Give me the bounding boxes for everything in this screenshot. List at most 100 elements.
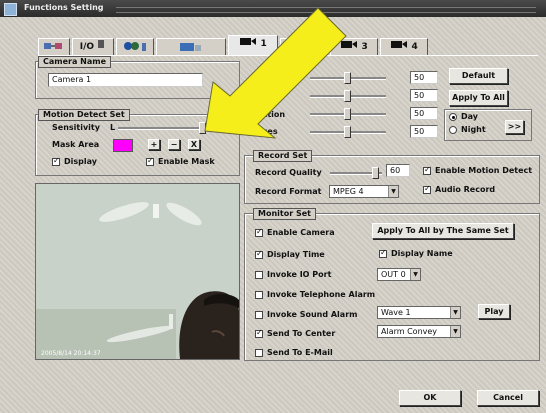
enable-motion-detect-label: Enable Motion Detect [435,166,533,175]
mask-remove-button[interactable]: − [168,139,180,150]
adjust-row-4-label: Hues [255,127,278,136]
adjust-value-1[interactable]: 50 [410,71,438,84]
tab-network[interactable] [38,38,70,56]
tab-camera-3-label: 3 [361,42,368,52]
mask-clear-button[interactable]: X [188,139,200,150]
tab-users[interactable] [116,38,154,56]
send-to-center-checkbox[interactable] [255,328,263,338]
adjust-row-3-label: ration [258,110,286,119]
network-icon [44,43,62,49]
tab-camera-1[interactable]: 1 [228,35,278,56]
sensitivity-slider-thumb[interactable] [198,122,206,134]
record-quality-label: Record Quality [255,168,322,177]
adjust-value-4[interactable]: 50 [410,125,438,138]
mask-area-label: Mask Area [52,140,100,149]
tab-io-label: I/O [79,42,95,52]
window-title: Functions Setting [24,3,104,12]
enable-mask-checkbox[interactable] [146,156,154,166]
tab-baseline [38,55,538,56]
tab-camera-2[interactable] [280,38,328,56]
tab-io[interactable]: I/O [72,38,114,56]
display-name-checkbox[interactable] [379,248,387,258]
display-mask-label: Display [64,157,97,166]
center-value: Alarm Convey [381,327,438,336]
tab-camera-3[interactable]: 3 [330,38,378,56]
apply-to-all-same-set-button[interactable]: Apply To All by The Same Set [372,223,514,239]
sound-value: Wave 1 [381,308,411,317]
record-format-label: Record Format [255,187,322,196]
sound-select[interactable]: Wave 1 ▼ [377,306,461,319]
monitor-set-group-label: Monitor Set [253,208,316,220]
enable-camera-checkbox[interactable] [255,227,263,237]
enable-mask-label: Enable Mask [158,157,215,166]
io-port-select[interactable]: OUT 0 ▼ [377,268,421,281]
adjust-slider-2-thumb[interactable] [344,90,351,102]
display-time-checkbox[interactable] [255,249,263,259]
camera-preview: 2005/8/14 20:14:37 [35,183,240,360]
app-icon [4,3,17,16]
invoke-telephone-alarm-label: Invoke Telephone Alarm [267,290,376,299]
title-bar[interactable]: Functions Setting [0,0,546,17]
io-port-value: OUT 0 [381,270,406,279]
play-button[interactable]: Play [478,304,510,319]
title-grip [116,7,536,13]
display-name-label: Display Name [391,249,453,258]
mask-add-button[interactable]: + [148,139,160,150]
enable-motion-detect-checkbox[interactable] [423,165,431,175]
send-to-email-checkbox[interactable] [255,349,263,357]
record-set-group-label: Record Set [253,150,313,162]
display-mask-checkbox[interactable] [52,156,60,166]
display-time-label: Display Time [267,250,325,259]
chevron-down-icon[interactable]: ▼ [388,186,398,197]
record-quality-slider-thumb[interactable] [372,167,379,179]
invoke-io-port-checkbox[interactable] [255,271,263,279]
adjust-slider-4-thumb[interactable] [344,126,351,138]
tab-monitor[interactable] [156,38,226,56]
invoke-io-port-label: Invoke IO Port [267,270,332,279]
adjust-value-2[interactable]: 50 [410,89,438,102]
more-button[interactable]: >> [505,120,524,134]
camera-name-input[interactable]: Camera 1 [48,73,203,87]
functions-setting-window: Functions Setting I/O 1 3 4 Camera Name … [0,0,546,413]
chevron-down-icon[interactable]: ▼ [410,269,420,280]
sensitivity-label: Sensitivity [52,123,100,132]
record-quality-value[interactable]: 60 [386,164,410,177]
adjust-slider-3-thumb[interactable] [344,108,351,120]
send-to-email-label: Send To E-Mail [267,348,333,357]
audio-record-label: Audio Record [435,185,496,194]
audio-record-checkbox[interactable] [423,184,431,194]
adjust-slider-1-thumb[interactable] [344,72,351,84]
apply-to-all-button[interactable]: Apply To All [449,90,508,106]
invoke-sound-alarm-label: Invoke Sound Alarm [267,310,358,319]
video-timestamp: 2005/8/14 20:14:37 [41,350,101,357]
tab-camera-4-label: 4 [411,42,418,52]
camera-preview-image [36,184,239,359]
center-select[interactable]: Alarm Convey ▼ [377,325,461,338]
monitor-icon [180,43,201,51]
adjust-value-3[interactable]: 50 [410,107,438,120]
tab-camera-1-label: 1 [260,39,267,49]
cancel-button[interactable]: Cancel [477,390,539,406]
chevron-down-icon[interactable]: ▼ [450,326,460,337]
default-button[interactable]: Default [449,68,508,84]
record-format-select[interactable]: MPEG 4 ▼ [329,185,399,198]
mask-color-swatch[interactable] [113,139,133,152]
sensitivity-min-label: L [110,123,116,132]
camera-icon [341,41,358,48]
camera-name-group-label: Camera Name [38,56,112,68]
ok-button[interactable]: OK [399,390,461,406]
tab-camera-4[interactable]: 4 [380,38,428,56]
night-label: Night [461,125,486,134]
day-label: Day [461,112,479,121]
camera-icon [391,41,408,48]
chevron-down-icon[interactable]: ▼ [450,307,460,318]
send-to-center-label: Send To Center [267,329,336,338]
invoke-sound-alarm-checkbox[interactable] [255,311,263,319]
sensitivity-slider-track[interactable] [118,127,206,130]
day-radio[interactable] [449,113,457,121]
io-icon [98,40,105,48]
enable-camera-label: Enable Camera [267,228,335,237]
night-radio[interactable] [449,126,457,134]
users-icon [124,42,146,51]
invoke-telephone-alarm-checkbox[interactable] [255,291,263,299]
